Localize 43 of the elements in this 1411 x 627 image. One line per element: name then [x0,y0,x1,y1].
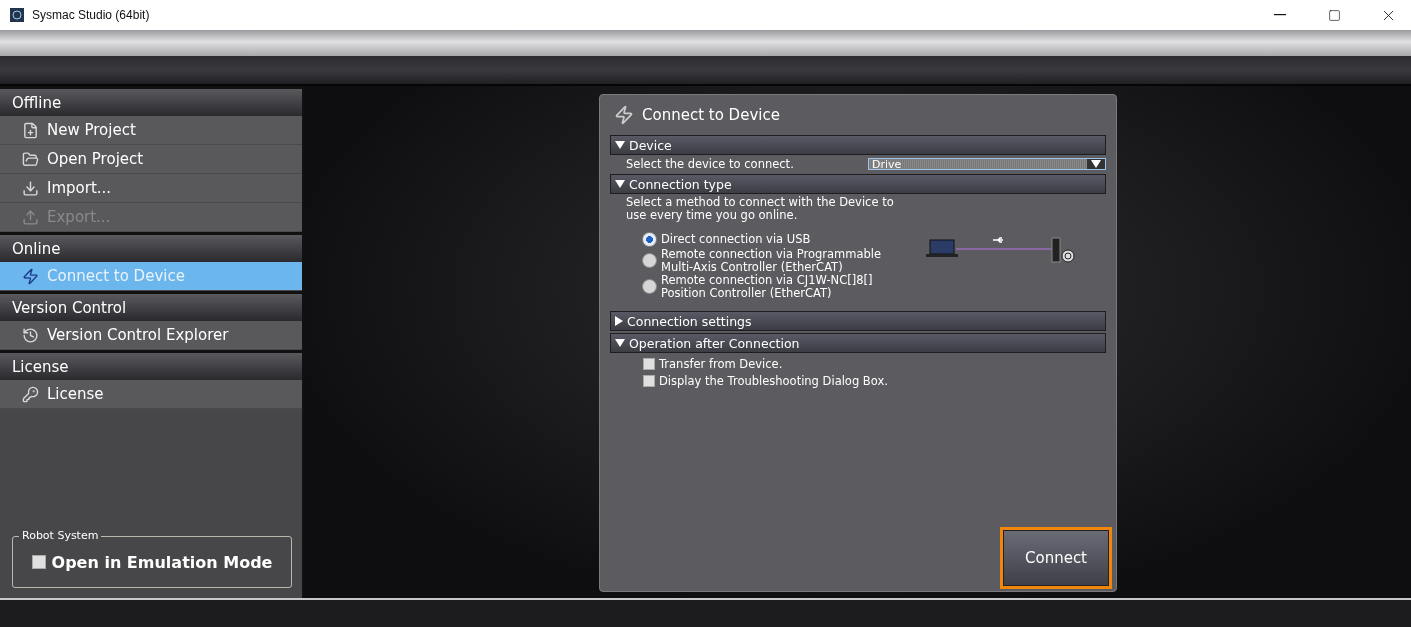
download-icon [22,179,39,197]
sidebar-item[interactable]: Import... [0,174,302,203]
app-icon [10,8,24,22]
maximize-icon [1327,8,1341,22]
checkbox-label: Transfer from Device. [659,357,783,371]
section-header[interactable]: Device [610,135,1106,155]
sidebar-section-header: Version Control [0,291,302,321]
sidebar-section-header: Online [0,232,302,262]
sidebar-item[interactable]: Open Project [0,145,302,174]
radio-button[interactable] [642,232,657,247]
radio-button[interactable] [642,279,657,294]
lightning-icon [22,267,39,285]
folder-icon [22,150,39,168]
sidebar-section-header: License [0,350,302,380]
minimize-icon [1274,14,1286,16]
checkbox[interactable] [31,555,46,569]
sidebar-item[interactable]: New Project [0,116,302,145]
sidebar-item[interactable]: License [0,380,302,409]
upload-icon [22,208,39,226]
sidebar-item[interactable]: Version Control Explorer [0,321,302,350]
radio-label: Direct connection via USB [661,233,812,246]
connect-button[interactable]: Connect [1000,527,1112,589]
section-header[interactable]: Connection type [610,174,1106,194]
key-icon [22,385,39,403]
section-header[interactable]: Operation after Connection [610,333,1106,353]
checkbox-label: Display the Troubleshooting Dialog Box. [659,374,888,388]
device-prompt: Select the device to connect. [626,157,794,171]
dialog-title: Connect to Device [642,106,780,124]
checkbox-label: Open in Emulation Mode [51,552,273,572]
checkbox[interactable] [643,375,655,387]
radio-button[interactable] [642,253,657,268]
connection-description: Select a method to connect with the Device to use every time you go online. [625,196,895,222]
checkbox[interactable] [643,358,655,370]
sidebar-section-header: Offline [0,86,302,116]
file-plus-icon [22,121,39,139]
lightning-icon [614,105,634,125]
group-title: Robot System [19,529,102,542]
section-header[interactable]: Connection settings [610,311,1106,331]
radio-label: Remote connection via CJ1W-NC[]8[] Position Controller (EtherCAT) [661,274,874,299]
window-title: Sysmac Studio (64bit) [32,8,151,22]
history-icon [22,326,39,344]
radio-label: Remote connection via Programmable Multi-Axis Controller (EtherCAT) [661,248,883,273]
device-dropdown[interactable]: Drive [868,158,1106,170]
